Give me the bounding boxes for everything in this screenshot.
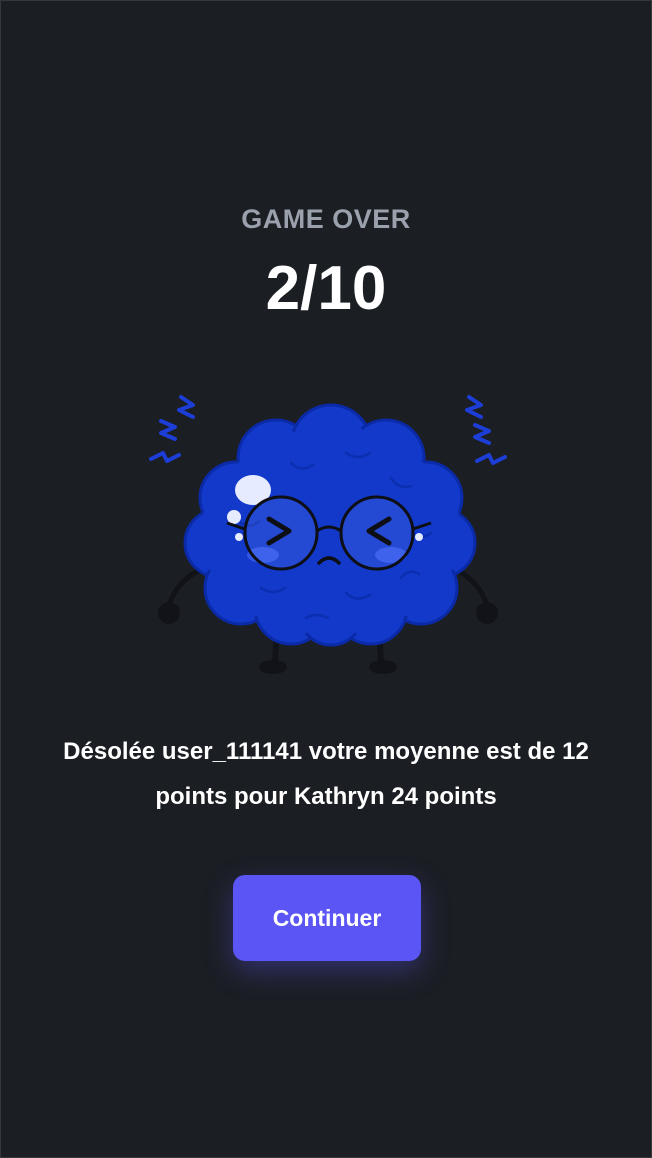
score-display: 2/10 xyxy=(265,254,387,323)
game-over-screen: GAME OVER 2/10 Désolée user_111141 votre… xyxy=(0,0,652,1158)
stress-marks-right-icon xyxy=(465,395,507,465)
game-over-title: GAME OVER xyxy=(241,204,411,234)
sad-brain-icon xyxy=(141,383,513,683)
result-message: Désolée user_111141 votre moyenne est de… xyxy=(63,738,589,810)
stress-marks-left-icon xyxy=(149,395,195,463)
continue-button[interactable]: Continuer xyxy=(233,875,421,961)
